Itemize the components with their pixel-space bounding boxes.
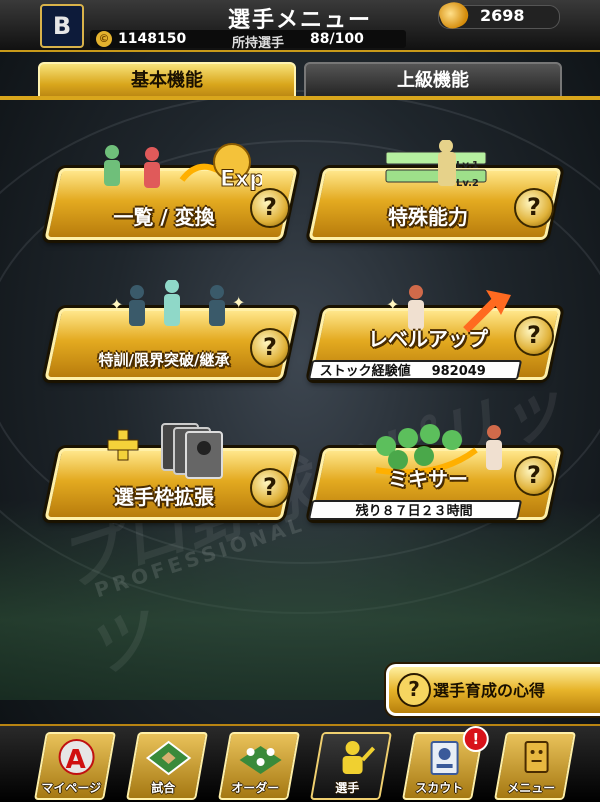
svg-text:✦: ✦ — [386, 295, 399, 314]
tab-advanced-functions[interactable]: 上級機能 — [304, 62, 562, 100]
slot-expand-button[interactable]: 選手枠拡張 ? — [44, 420, 298, 520]
training-button[interactable]: ✦ ✦ 特訓/限界突破/継承 ? — [44, 280, 298, 380]
list-convert-button[interactable]: Exp 一覧 / 変換 ? — [44, 140, 298, 240]
nav-mypage-label: マイページ — [41, 781, 102, 795]
nav-order[interactable]: オーダー — [218, 732, 300, 800]
players-exp-icon: Exp — [104, 143, 262, 193]
tab-basic-functions[interactable]: 基本機能 — [38, 62, 296, 100]
nav-menu-label: メニュー — [507, 781, 556, 795]
lineup-icon — [239, 746, 282, 774]
tab-underline — [0, 96, 600, 100]
tab-bar: 基本機能 上級機能 — [38, 62, 562, 100]
level-2-tag: Lv.2 — [456, 178, 479, 189]
bottom-navigation: A マイページ 試合 オーダー 選手 スカウト ! メニュー — [0, 724, 600, 802]
level-up-help-button[interactable]: ? — [514, 316, 554, 356]
gold-value: 2698 — [480, 6, 525, 25]
scout-icon — [430, 741, 459, 775]
a-badge-icon: A — [58, 739, 95, 775]
nav-game[interactable]: 試合 — [126, 732, 208, 800]
stadium-icon — [145, 740, 192, 776]
mixer-label: ミキサー — [388, 467, 468, 491]
slot-expand-label: 選手枠拡張 — [114, 485, 214, 509]
svg-text:✦: ✦ — [232, 293, 245, 312]
guide-label: 選手育成の心得 — [433, 681, 546, 700]
training-help-button[interactable]: ? — [250, 328, 290, 368]
team-logo: B — [40, 4, 84, 48]
ability-bars-icon — [385, 140, 487, 186]
mixer-help-button[interactable]: ? — [514, 456, 554, 496]
nav-scout-label: スカウト — [415, 781, 464, 795]
nav-players-label: 選手 — [335, 781, 360, 795]
nav-scout[interactable]: スカウト ! — [402, 726, 489, 800]
special-ability-help-button[interactable]: ? — [514, 188, 554, 228]
mixer-button[interactable]: ミキサー ? 残り８７日２３時間 — [307, 420, 562, 520]
exp-text: Exp — [220, 167, 262, 192]
question-icon: ? — [397, 673, 431, 707]
list-convert-help-button[interactable]: ? — [250, 188, 290, 228]
special-ability-button[interactable]: Lv.1 Lv.2 特殊能力 ? — [308, 140, 562, 240]
slot-expand-help-button[interactable]: ? — [250, 468, 290, 508]
nav-game-label: 試合 — [151, 781, 176, 795]
player-training-guide-button[interactable]: ? 選手育成の心得 — [386, 664, 600, 716]
level-1-tag: Lv.1 — [456, 160, 479, 171]
scout-notification-badge: ! — [462, 726, 489, 752]
player-cards-plus-icon — [107, 423, 223, 479]
level-up-button[interactable]: ✦ レベルアップ ? ストック経験値 982049 — [307, 280, 562, 380]
level-up-label: レベルアップ — [368, 327, 488, 351]
owned-players-label: 所持選手 — [232, 36, 285, 51]
nav-players[interactable]: 選手 — [310, 732, 392, 800]
mixer-remaining-panel: 残り８７日２３時間 — [307, 500, 523, 520]
coin-value: 1148150 — [118, 31, 187, 47]
training-players-icon: ✦ ✦ — [110, 280, 245, 326]
header-bar: B 選手メニュー 2698 © 1148150 所持選手 88/100 — [0, 0, 600, 52]
svg-text:✦: ✦ — [110, 295, 123, 314]
nav-mypage[interactable]: A マイページ — [34, 732, 116, 800]
stock-exp-label: ストック経験値 — [319, 364, 411, 379]
stock-exp-value: 982049 — [431, 364, 486, 379]
player-icon — [342, 741, 376, 774]
mixer-remaining-time: 残り８７日２３時間 — [356, 504, 474, 519]
svg-text:A: A — [66, 745, 86, 775]
nav-menu[interactable]: メニュー — [494, 732, 576, 800]
menu-icon — [524, 741, 549, 773]
coin-icon: © — [96, 31, 112, 47]
special-ability-label: 特殊能力 — [388, 205, 468, 229]
stock-exp-panel: ストック経験値 982049 — [307, 360, 523, 380]
nav-order-label: オーダー — [231, 781, 280, 795]
training-label: 特訓/限界突破/継承 — [98, 351, 230, 369]
owned-players-value: 88/100 — [310, 31, 364, 47]
list-convert-label: 一覧 / 変換 — [113, 205, 215, 229]
